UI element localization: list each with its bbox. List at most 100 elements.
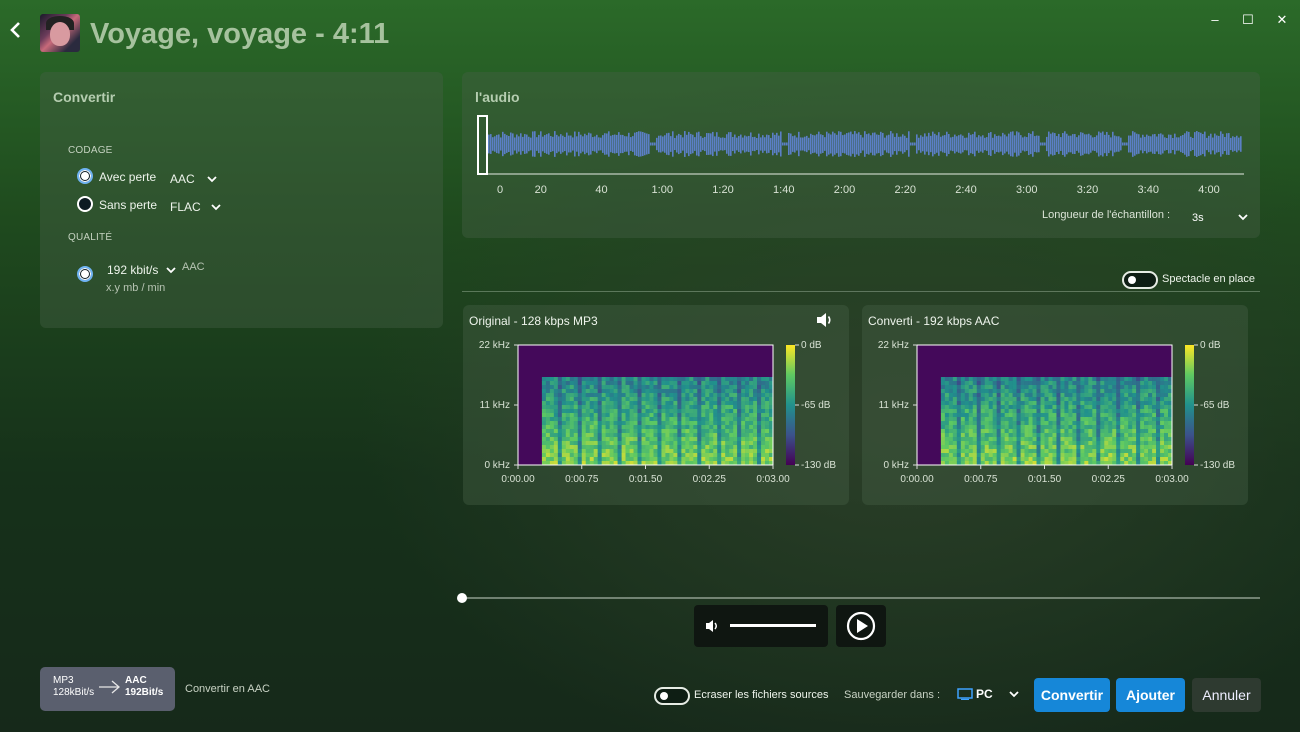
spectrogram-y-tick: 22 kHz [479,340,510,351]
chevron-down-icon [1009,691,1019,698]
overwrite-toggle[interactable] [654,687,690,705]
convert-panel: Convertir CODAGE Avec perte AAC Sans per… [40,72,443,328]
selection-handle [477,115,488,175]
chevron-down-icon [211,204,221,211]
spectrogram-x-tick: 0:01.50 [1028,474,1062,485]
spectrogram-converted: 22 kHz 11 kHz 0 kHz 0:00.00 0:00.75 0:01.50 0:… [878,340,1235,485]
divider [462,291,1260,292]
monitor-icon [957,688,973,700]
convert-panel-title: Convertir [53,89,116,105]
quality-label: QUALITÉ [68,232,113,243]
spectrogram-x-tick: 0:03.00 [756,474,790,485]
lossless-format-dropdown[interactable]: FLAC [170,198,221,216]
bitrate-value: 192 kbit/s [107,263,159,277]
spectrogram-heatmap [940,377,1173,466]
codage-label: CODAGE [68,145,113,156]
spectrogram-y-tick: 22 kHz [878,340,909,351]
waveform-tick-label: 3:20 [1076,184,1099,196]
spectrogram-original: 22 kHz 11 kHz 0 kHz 0:00.00 0:00.75 0:01.50 0:… [479,340,836,485]
waveform-tick-label: 3:40 [1137,184,1159,196]
colorbar [1185,345,1194,465]
chevron-left-icon [10,22,20,38]
spectrogram-x-tick: 0:00.00 [900,474,934,485]
audio-panel: l'audio 0 20 40 1:00 1:20 1:40 2:00 2:20 2:40 3:0… [462,72,1260,238]
cancel-button[interactable]: Annuler [1192,678,1261,712]
sample-length-label: Longueur de l'échantillon : [1042,209,1171,221]
spectrogram-x-tick: 0:03.00 [1155,474,1189,485]
back-button[interactable] [8,20,28,46]
waveform-tick-label: 2:20 [894,184,916,196]
save-in-label: Sauvegarder dans : [844,689,941,701]
colorbar-tick: 0 dB [1200,340,1221,351]
spectrogram-x-tick: 0:00.75 [964,474,998,485]
sample-length-value: 3s [1192,212,1204,224]
source-format: MP3 [53,675,74,686]
spectrogram-x-tick: 0:02.25 [693,474,727,485]
source-bitrate: 128kBit/s [53,687,95,698]
play-icon [846,611,876,641]
playback-progress-track[interactable] [462,597,1260,599]
size-estimate: x.y mb / min [106,282,166,294]
play-button[interactable] [836,605,886,647]
colorbar-tick: -130 dB [1200,460,1235,471]
convert-button[interactable]: Convertir [1034,678,1110,712]
conversion-format-card: MP3 128kBit/s AAC 192Bit/s [40,667,175,711]
colorbar-tick: -65 dB [801,400,831,411]
chevron-down-icon [166,267,176,274]
bitrate-codec: AAC [182,261,205,273]
lossy-radio[interactable] [77,168,93,184]
spectrogram-original-title: Original - 128 kbps MP3 [469,314,598,328]
volume-control [694,605,828,647]
waveform-tick-label: 2:40 [955,184,977,196]
lossless-label: Sans perte [99,198,158,212]
waveform-time-axis: 0 20 40 1:00 1:20 1:40 2:00 2:20 2:40 3:00 3:20 3:4… [480,184,1240,198]
audio-panel-title: l'audio [475,89,520,105]
add-button[interactable]: Ajouter [1116,678,1185,712]
spectrogram-x-tick: 0:01.50 [629,474,663,485]
spectrogram-x-tick: 0:02.25 [1092,474,1126,485]
spectrogram-y-tick: 11 kHz [879,400,909,411]
waveform-tick-label: 4:00 [1198,184,1220,196]
maximize-button[interactable]: ☐ [1238,12,1258,28]
colorbar [786,345,795,465]
speaker-icon[interactable] [816,312,834,328]
playback-progress-knob[interactable] [457,593,467,603]
spectrogram-y-tick: 11 kHz [480,400,510,411]
lossless-radio[interactable] [77,196,93,212]
colorbar-tick: 0 dB [801,340,822,351]
save-location-dropdown[interactable]: PC [957,686,1023,704]
waveform-tick-label: 2:00 [833,184,856,196]
spectacle-toggle[interactable] [1122,271,1158,289]
waveform[interactable] [476,114,1246,180]
target-bitrate: 192Bit/s [125,687,164,698]
lossy-format-dropdown[interactable]: AAC [170,170,217,188]
colorbar-tick: -130 dB [801,460,836,471]
bitrate-dropdown[interactable]: 192 kbit/s [107,261,176,279]
spectrogram-converted-title: Converti - 192 kbps AAC [868,314,1000,328]
spectrogram-heatmap [541,377,774,466]
save-location-value: PC [976,687,993,701]
close-button[interactable]: ✕ [1272,12,1292,28]
spectrogram-y-tick: 0 kHz [883,460,909,471]
spectrogram-y-tick: 0 kHz [484,460,510,471]
spectrogram-converted-panel: Converti - 192 kbps AAC 22 kHz 11 kHz 0 kH… [862,305,1248,505]
waveform-tick-label: 1:20 [712,184,734,196]
chevron-down-icon [1238,214,1248,221]
waveform-tick-label: 0 [496,184,504,196]
spectrogram-x-tick: 0:00.00 [501,474,535,485]
colorbar-tick: -65 dB [1200,400,1230,411]
spectrogram-x-tick: 0:00.75 [565,474,599,485]
arrow-right-icon [99,680,120,694]
volume-slider-fill [730,624,816,627]
page-title: Voyage, voyage - 4:11 [90,18,390,50]
sample-length-dropdown[interactable]: 3s [1192,208,1248,226]
lossy-label: Avec perte [99,170,157,184]
minimize-button[interactable]: – [1205,12,1225,28]
volume-icon[interactable] [705,619,721,633]
waveform-tick-label: 40 [595,184,608,196]
convert-description: Convertir en AAC [185,683,270,695]
waveform-tick-label: 20 [534,184,547,196]
lossless-format-value: FLAC [170,200,201,214]
quality-radio[interactable] [77,266,93,282]
waveform-tick-label: 3:00 [1016,184,1038,196]
